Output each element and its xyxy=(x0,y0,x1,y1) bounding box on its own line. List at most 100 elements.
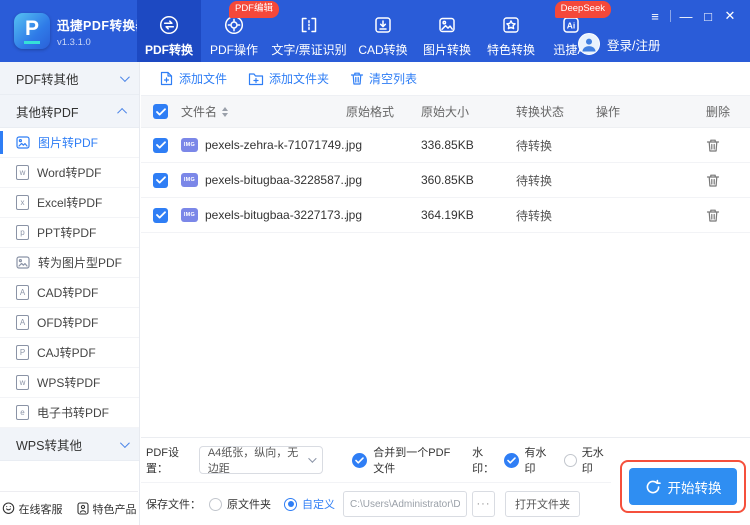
save-path-input[interactable] xyxy=(343,491,467,517)
sidebar-section-wps-to-other[interactable]: WPS转其他 xyxy=(0,428,139,461)
file-status: 待转换 xyxy=(516,138,553,153)
deepseek-badge: DeepSeek xyxy=(554,1,611,18)
image-file-icon xyxy=(16,256,30,269)
watermark-yes-radio[interactable] xyxy=(504,452,520,468)
menu-icon[interactable]: ≡ xyxy=(644,7,666,25)
row-checkbox[interactable] xyxy=(153,207,168,223)
file-size: 364.19KB xyxy=(421,208,474,222)
minimize-button[interactable]: — xyxy=(675,7,697,25)
pdf-settings-label: PDF设置： xyxy=(146,447,179,475)
sidebar-item-caj-to-pdf[interactable]: P CAJ转PDF xyxy=(0,338,139,368)
user-account[interactable]: 登录/注册 xyxy=(578,33,660,55)
tab-pdf-operations[interactable]: PDF编辑 PDF操作 xyxy=(201,0,279,62)
watermark-no-radio[interactable] xyxy=(563,453,577,467)
tab-featured-convert[interactable]: 特色转换 xyxy=(479,0,543,62)
col-operation: 操作 xyxy=(596,105,621,119)
file-size: 360.85KB xyxy=(421,173,474,187)
excel-file-icon: x xyxy=(16,195,29,210)
sidebar-item-image-to-pdf[interactable]: 图片转PDF xyxy=(0,128,139,158)
caj-file-icon: P xyxy=(16,345,29,360)
sidebar-section-pdf-to-other[interactable]: PDF转其他 xyxy=(0,62,139,95)
svg-text:Ai: Ai xyxy=(567,21,576,31)
settings-panel: PDF设置： A4纸张，纵向，无边距 合并到一个PDF文件 水印： 有水印 无水… xyxy=(141,437,750,525)
row-checkbox[interactable] xyxy=(153,172,168,188)
login-register-link[interactable]: 登录/注册 xyxy=(607,35,660,54)
sidebar-item-excel-to-pdf[interactable]: x Excel转PDF xyxy=(0,188,139,218)
chevron-down-icon xyxy=(308,454,317,463)
sidebar-item-ofd-to-pdf[interactable]: A OFD转PDF xyxy=(0,308,139,338)
sidebar-item-cad-to-pdf[interactable]: A CAD转PDF xyxy=(0,278,139,308)
trash-icon xyxy=(350,72,364,85)
tab-image-convert[interactable]: 图片转换 xyxy=(415,0,479,62)
img-file-icon: IMG xyxy=(181,138,198,152)
img-file-icon: IMG xyxy=(181,208,198,222)
main-panel: 添加文件 添加文件夹 清空列表 文件名 原始格式 原始大小 转换状态 操作 删除… xyxy=(141,62,750,525)
ticket-scan-icon xyxy=(298,13,320,37)
table-row: IMG pexels-bitugbaa-3227173... jpg 364.1… xyxy=(141,198,750,233)
tab-ocr[interactable]: 文字/票证识别 xyxy=(267,0,351,62)
image-file-icon xyxy=(16,136,30,149)
save-original-radio[interactable] xyxy=(209,497,222,511)
file-name: pexels-bitugbaa-3227173... xyxy=(205,208,346,222)
chevron-down-icon xyxy=(119,71,130,82)
sidebar-item-ppt-to-pdf[interactable]: p PPT转PDF xyxy=(0,218,139,248)
table-row: IMG pexels-zehra-k-71071749... jpg 336.8… xyxy=(141,128,750,163)
divider xyxy=(670,10,671,22)
maximize-button[interactable]: □ xyxy=(697,7,719,25)
star-icon xyxy=(500,13,522,37)
delete-row-button[interactable] xyxy=(706,138,720,153)
merge-pdf-label: 合并到一个PDF文件 xyxy=(373,447,451,475)
trash-icon xyxy=(706,174,720,187)
col-delete: 删除 xyxy=(706,105,731,119)
file-status: 待转换 xyxy=(516,208,553,223)
add-folder-icon xyxy=(248,72,264,85)
add-file-button[interactable]: 添加文件 xyxy=(159,70,227,87)
sidebar-item-to-image-pdf[interactable]: 转为图片型PDF xyxy=(0,248,139,278)
col-filename[interactable]: 文件名 xyxy=(181,103,217,120)
chevron-down-icon xyxy=(119,437,130,448)
refresh-icon xyxy=(646,479,661,493)
file-toolbar: 添加文件 添加文件夹 清空列表 xyxy=(141,62,750,96)
browse-button[interactable]: ··· xyxy=(472,491,495,517)
row-checkbox[interactable] xyxy=(153,137,168,153)
save-custom-radio[interactable] xyxy=(284,497,297,511)
table-header: 文件名 原始格式 原始大小 转换状态 操作 删除 xyxy=(141,96,750,128)
delete-row-button[interactable] xyxy=(706,208,720,223)
merge-pdf-checkbox[interactable] xyxy=(352,452,368,468)
wps-file-icon: w xyxy=(16,375,29,390)
cad-file-icon: A xyxy=(16,285,29,300)
ppt-file-icon: p xyxy=(16,225,29,240)
watermark-no-label: 无水印 xyxy=(581,447,604,475)
online-service-link[interactable]: 在线客服 xyxy=(2,501,63,517)
app-logo: P 迅捷PDF转换器 v1.3.1.0 xyxy=(0,0,137,62)
add-folder-button[interactable]: 添加文件夹 xyxy=(248,70,329,87)
trash-icon xyxy=(706,209,720,222)
featured-products-link[interactable]: 特色产品 xyxy=(76,501,137,517)
sidebar-item-word-to-pdf[interactable]: w Word转PDF xyxy=(0,158,139,188)
tab-pdf-convert[interactable]: PDF转换 xyxy=(137,0,201,62)
file-status: 待转换 xyxy=(516,173,553,188)
start-convert-button[interactable]: 开始转换 xyxy=(629,468,737,505)
close-button[interactable]: ✕ xyxy=(719,7,741,25)
delete-row-button[interactable] xyxy=(706,173,720,188)
trash-icon xyxy=(706,139,720,152)
watermark-yes-label: 有水印 xyxy=(524,447,547,475)
sidebar-item-wps-to-pdf[interactable]: w WPS转PDF xyxy=(0,368,139,398)
ofd-file-icon: A xyxy=(16,315,29,330)
watermark-label: 水印： xyxy=(472,447,495,475)
open-folder-button[interactable]: 打开文件夹 xyxy=(505,491,580,517)
app-title: 迅捷PDF转换器 xyxy=(57,18,137,33)
tab-cad-convert[interactable]: CAD转换 xyxy=(351,0,415,62)
sidebar-item-ebook-to-pdf[interactable]: e 电子书转PDF xyxy=(0,398,139,428)
sidebar-footer: 在线客服 特色产品 xyxy=(0,491,138,525)
save-original-label: 原文件夹 xyxy=(227,499,271,511)
clear-list-button[interactable]: 清空列表 xyxy=(350,70,417,87)
pdf-settings-select[interactable]: A4纸张，纵向，无边距 xyxy=(198,446,324,475)
sort-icon[interactable] xyxy=(222,106,229,117)
select-all-checkbox[interactable] xyxy=(153,104,168,119)
chevron-up-icon xyxy=(117,107,128,118)
sidebar-section-other-to-pdf[interactable]: 其他转PDF xyxy=(0,95,139,128)
table-row: IMG pexels-bitugbaa-3228587... jpg 360.8… xyxy=(141,163,750,198)
file-name: pexels-zehra-k-71071749... xyxy=(205,138,346,152)
main-nav: PDF转换 PDF编辑 PDF操作 文字/票证识别 CAD转换 图片转换 特色转… xyxy=(137,0,611,62)
